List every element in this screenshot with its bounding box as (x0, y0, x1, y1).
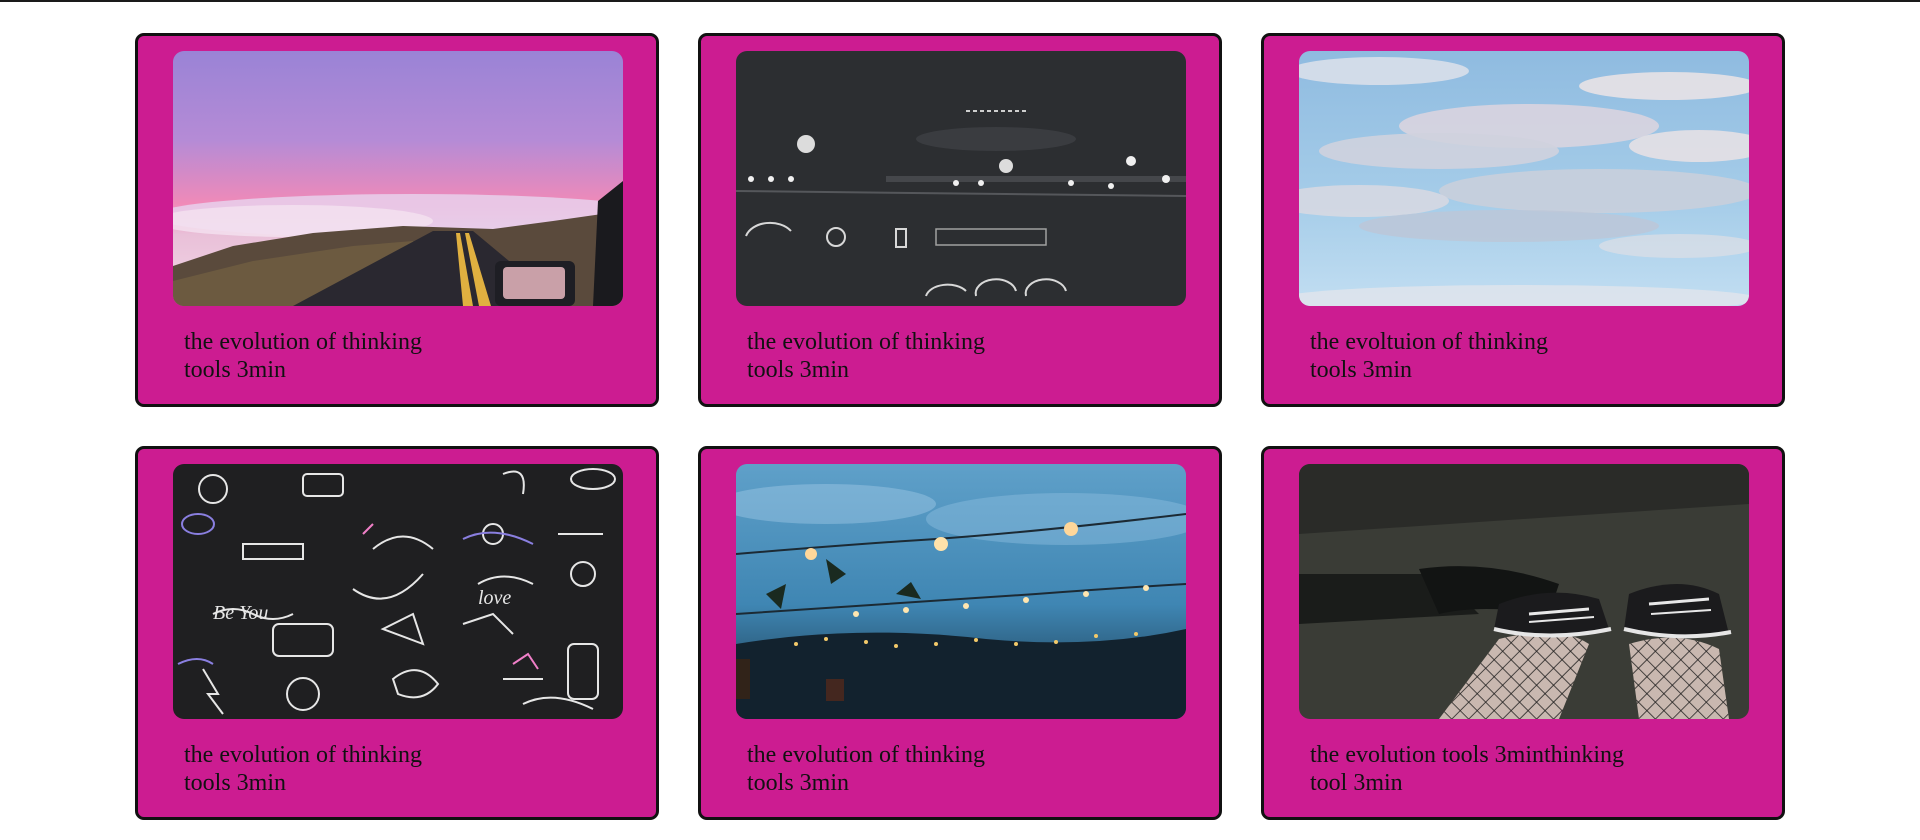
article-card-4[interactable]: Be You love the evolution of thinking to… (135, 446, 659, 820)
card-title-line-1: the evolution of thinking (747, 329, 985, 355)
card-grid: the evolution of thinking tools 3min the… (135, 33, 1785, 820)
card-title-line-1: the evoltuion of thinking (1310, 329, 1548, 355)
svg-text:Be You: Be You (213, 602, 268, 624)
sunset-road-photo (173, 51, 623, 306)
cloudy-sky-photo (1299, 51, 1749, 306)
string-lights-sky-photo (736, 464, 1186, 719)
top-divider (0, 0, 1920, 2)
neon-doodles-photo: Be You love (173, 464, 623, 719)
card-title-line-1: the evolution tools 3minthinking (1310, 742, 1624, 768)
article-card-6[interactable]: the evolution tools 3minthinking tool 3m… (1261, 446, 1785, 820)
card-title: the evolution of thinking tools 3min (184, 741, 604, 797)
card-title: the evolution of thinking tools 3min (747, 741, 1167, 797)
card-title-line-2: tools 3min (747, 357, 850, 383)
card-title-line-2: tools 3min (184, 357, 287, 383)
card-title-line-2: tools 3min (747, 770, 850, 796)
card-title-line-1: the evolution of thinking (184, 329, 422, 355)
article-card-5[interactable]: the evolution of thinking tools 3min (698, 446, 1222, 820)
card-title-line-2: tools 3min (1310, 357, 1413, 383)
card-title-line-2: tool 3min (1310, 770, 1403, 796)
night-car-dashboard-photo (736, 51, 1186, 306)
svg-text:love: love (478, 587, 511, 609)
article-card-3[interactable]: the evoltuion of thinking tools 3min (1261, 33, 1785, 407)
article-card-1[interactable]: the evolution of thinking tools 3min (135, 33, 659, 407)
card-title-line-2: tools 3min (184, 770, 287, 796)
card-title: the evolution tools 3minthinking tool 3m… (1310, 741, 1730, 797)
article-card-2[interactable]: the evolution of thinking tools 3min (698, 33, 1222, 407)
card-title: the evoltuion of thinking tools 3min (1310, 328, 1730, 384)
card-title: the evolution of thinking tools 3min (747, 328, 1167, 384)
card-title-line-1: the evolution of thinking (184, 742, 422, 768)
card-title-line-1: the evolution of thinking (747, 742, 985, 768)
card-title: the evolution of thinking tools 3min (184, 328, 604, 384)
sneakers-fishnets-photo (1299, 464, 1749, 719)
